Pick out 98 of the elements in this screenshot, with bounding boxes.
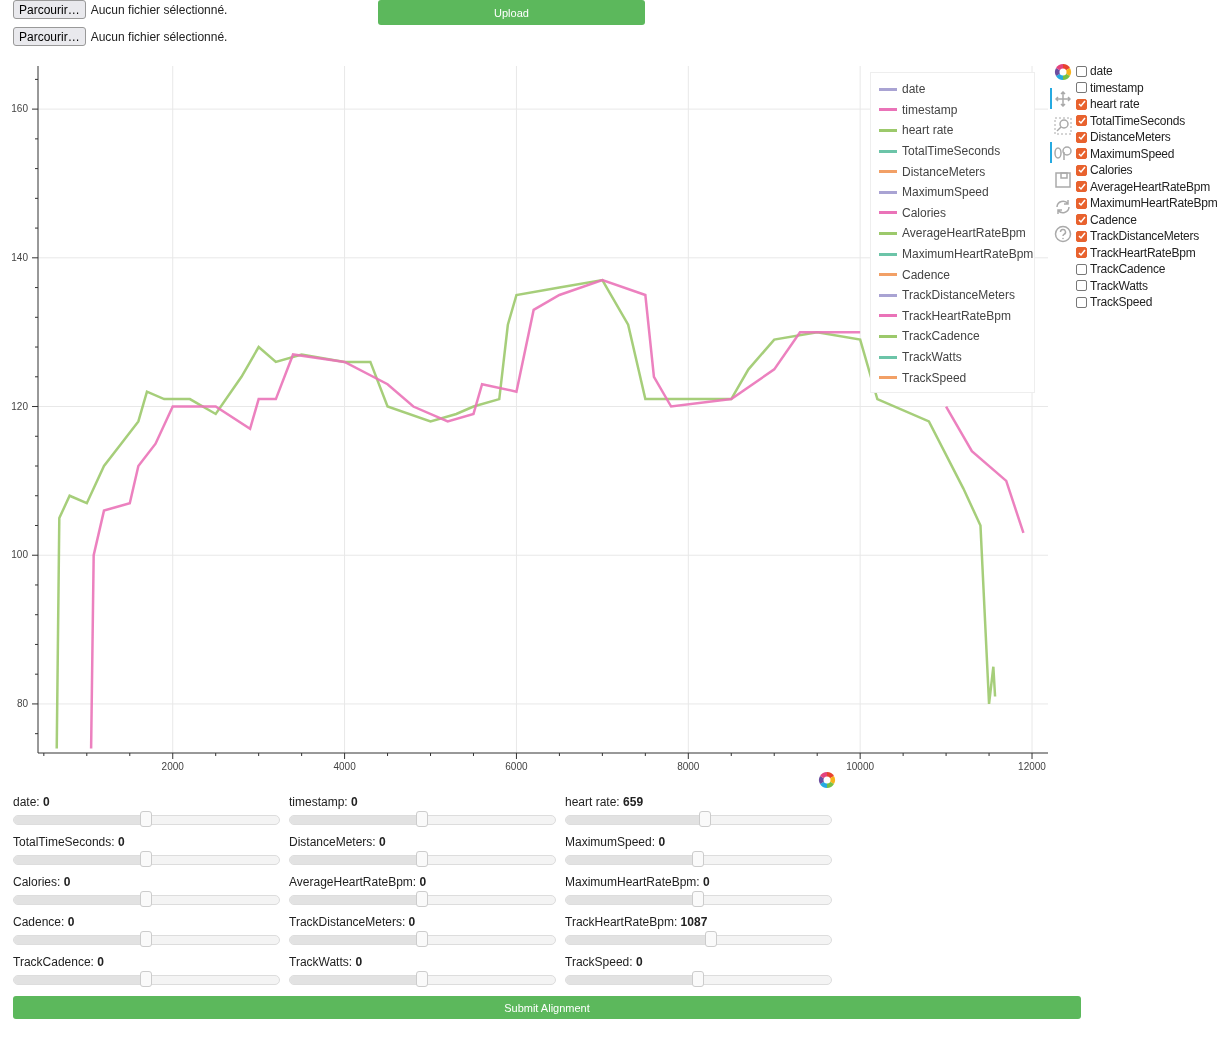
checkbox[interactable] bbox=[1076, 230, 1087, 242]
checkbox-label: AverageHeartRateBpm bbox=[1090, 179, 1211, 194]
legend-label: TrackHeartRateBpm bbox=[902, 308, 1011, 323]
slider-label: Calories: 0 bbox=[13, 875, 72, 889]
slider-label: DistanceMeters: 0 bbox=[289, 835, 387, 849]
slider-thumb[interactable] bbox=[691, 971, 704, 987]
color-wheel-logo-icon bbox=[817, 771, 836, 789]
checkbox[interactable] bbox=[1076, 263, 1087, 275]
slider-label: TrackCadence: 0 bbox=[13, 955, 105, 969]
file-status: Aucun fichier sélectionné. bbox=[90, 2, 228, 17]
help-icon[interactable] bbox=[1054, 224, 1072, 243]
y-tick-label: 160 bbox=[11, 103, 28, 115]
move-arrows-icon[interactable] bbox=[1055, 90, 1071, 107]
slider-thumb[interactable] bbox=[691, 891, 704, 907]
slider-thumb[interactable] bbox=[139, 851, 152, 867]
checkbox-label: TrackDistanceMeters bbox=[1090, 229, 1200, 244]
legend-label: date bbox=[902, 82, 926, 97]
hover-icon[interactable] bbox=[1054, 145, 1072, 160]
y-tick-label: 120 bbox=[11, 400, 28, 412]
slider-thumb[interactable] bbox=[139, 891, 152, 907]
reset-icon[interactable] bbox=[1055, 198, 1071, 215]
slider-thumb[interactable] bbox=[415, 971, 428, 987]
slider-label: MaximumHeartRateBpm: 0 bbox=[565, 875, 711, 889]
checkbox-label: TrackCadence bbox=[1090, 262, 1166, 277]
checkbox[interactable] bbox=[1076, 115, 1087, 127]
legend-label: Calories bbox=[902, 205, 946, 220]
checkbox[interactable] bbox=[1076, 214, 1087, 226]
checkbox-label: date bbox=[1090, 64, 1113, 79]
slider-label: TrackSpeed: 0 bbox=[565, 955, 644, 969]
slider-label: heart rate: 659 bbox=[565, 795, 645, 809]
checkbox[interactable] bbox=[1076, 181, 1087, 193]
color-wheel-logo-icon bbox=[1054, 62, 1072, 81]
checkbox-label: TrackWatts bbox=[1090, 278, 1148, 293]
checkbox[interactable] bbox=[1076, 65, 1087, 77]
checkbox-label: Cadence bbox=[1090, 212, 1137, 227]
box-zoom-icon[interactable] bbox=[1054, 116, 1072, 135]
slider-thumb[interactable] bbox=[415, 851, 428, 867]
checkbox[interactable] bbox=[1076, 131, 1087, 143]
slider-thumb[interactable] bbox=[415, 811, 428, 827]
browse-button[interactable]: Parcourir… bbox=[13, 0, 86, 19]
x-tick-label: 12000 bbox=[1018, 761, 1046, 772]
checkbox-label: Calories bbox=[1090, 163, 1133, 178]
slider-label: date: 0 bbox=[13, 795, 51, 809]
x-tick-label: 4000 bbox=[333, 761, 356, 772]
y-tick-label: 80 bbox=[16, 697, 28, 709]
legend-label: TrackDistanceMeters bbox=[902, 288, 1015, 303]
legend-label: TotalTimeSeconds bbox=[902, 144, 1001, 159]
x-tick-label: 6000 bbox=[505, 761, 528, 772]
checkbox-label: TrackHeartRateBpm bbox=[1090, 245, 1196, 260]
slider-thumb[interactable] bbox=[704, 931, 717, 947]
x-tick-label: 8000 bbox=[677, 761, 700, 772]
checkbox-label: TotalTimeSeconds bbox=[1090, 113, 1186, 128]
legend-label: TrackWatts bbox=[902, 350, 962, 364]
checkbox[interactable] bbox=[1076, 164, 1087, 176]
browse-button[interactable]: Parcourir… bbox=[13, 27, 86, 46]
slider-thumb[interactable] bbox=[691, 851, 704, 867]
checkbox[interactable] bbox=[1076, 148, 1087, 160]
x-tick-label: 10000 bbox=[846, 761, 875, 772]
slider-thumb[interactable] bbox=[139, 931, 152, 947]
checkbox[interactable] bbox=[1076, 82, 1087, 94]
slider-label: TrackWatts: 0 bbox=[289, 955, 364, 969]
slider-thumb[interactable] bbox=[415, 931, 428, 947]
legend-label: TrackSpeed bbox=[902, 370, 967, 385]
file-status: Aucun fichier sélectionné. bbox=[90, 29, 228, 44]
legend-label: timestamp bbox=[902, 102, 958, 117]
legend-label: DistanceMeters bbox=[902, 164, 986, 179]
legend-label: heart rate bbox=[902, 123, 954, 138]
checkbox-label: DistanceMeters bbox=[1090, 130, 1171, 145]
legend-label: MaximumSpeed bbox=[902, 185, 989, 200]
legend-label: MaximumHeartRateBpm bbox=[902, 247, 1034, 262]
checkbox[interactable] bbox=[1076, 247, 1087, 259]
checkbox-label: timestamp bbox=[1090, 80, 1144, 95]
legend-label: TrackCadence bbox=[902, 329, 980, 344]
slider-label: TrackDistanceMeters: 0 bbox=[289, 915, 417, 929]
y-tick-label: 140 bbox=[11, 251, 28, 263]
slider-thumb[interactable] bbox=[415, 891, 428, 907]
slider-thumb[interactable] bbox=[139, 811, 152, 827]
legend-label: AverageHeartRateBpm bbox=[902, 226, 1026, 241]
x-tick-label: 2000 bbox=[161, 761, 184, 772]
checkbox-label: heart rate bbox=[1090, 97, 1140, 112]
checkbox-label: MaximumHeartRateBpm bbox=[1090, 196, 1218, 211]
save-icon[interactable] bbox=[1055, 171, 1071, 188]
checkbox[interactable] bbox=[1076, 280, 1087, 292]
legend-label: Cadence bbox=[902, 267, 951, 282]
slider-label: TotalTimeSeconds: 0 bbox=[13, 835, 126, 849]
slider-label: AverageHeartRateBpm: 0 bbox=[289, 875, 428, 889]
slider-thumb[interactable] bbox=[699, 811, 712, 827]
slider-label: timestamp: 0 bbox=[289, 795, 359, 809]
checkbox[interactable] bbox=[1076, 197, 1087, 209]
slider-thumb[interactable] bbox=[139, 971, 152, 987]
checkbox[interactable] bbox=[1076, 296, 1087, 308]
slider-label: TrackHeartRateBpm: 1087 bbox=[565, 915, 709, 929]
slider-label: Cadence: 0 bbox=[13, 915, 76, 929]
checkbox[interactable] bbox=[1076, 98, 1087, 110]
y-tick-label: 100 bbox=[11, 549, 28, 561]
checkbox-label: TrackSpeed bbox=[1090, 295, 1153, 310]
checkbox-label: MaximumSpeed bbox=[1090, 146, 1175, 161]
slider-label: MaximumSpeed: 0 bbox=[565, 835, 667, 849]
